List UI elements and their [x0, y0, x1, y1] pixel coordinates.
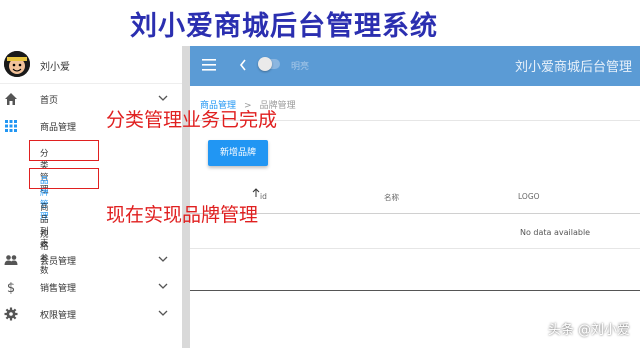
- sidebar-item-label: 权限管理: [40, 311, 77, 321]
- column-header-logo[interactable]: LOGO: [518, 192, 540, 201]
- sidebar: 刘小爱 首页 商品管理 分类管理 品牌管理 商品列表 规格参数 会员管理 $ 销…: [0, 46, 182, 348]
- highlight-box: [29, 168, 99, 189]
- user-row[interactable]: 刘小爱: [0, 46, 182, 84]
- apps-icon: [5, 120, 17, 132]
- highlight-box: [29, 140, 99, 161]
- sort-arrow-icon[interactable]: [252, 188, 260, 198]
- avatar[interactable]: [4, 51, 30, 77]
- sidebar-item-sales[interactable]: $ 销售管理: [0, 274, 182, 300]
- sidebar-item-label: 商品管理: [40, 123, 77, 133]
- sidebar-item-permissions[interactable]: 权限管理: [0, 301, 182, 327]
- app-title: 刘小爱商城后台管理: [514, 60, 632, 75]
- theme-toggle-label: 明亮: [291, 62, 310, 72]
- column-header-name[interactable]: 名称: [384, 192, 399, 203]
- add-brand-button[interactable]: 新增品牌: [208, 140, 268, 166]
- watermark: 头条 @刘小爱: [547, 323, 630, 338]
- empty-table-message: No data available: [520, 228, 591, 237]
- column-header-id[interactable]: id: [260, 192, 267, 201]
- toggle-knob: [258, 57, 272, 71]
- user-name: 刘小爱: [40, 62, 70, 73]
- gear-icon: [4, 307, 18, 321]
- sidebar-item-members[interactable]: 会员管理: [0, 247, 182, 273]
- sidebar-item-label: 会员管理: [40, 257, 77, 267]
- chevron-down-icon: [158, 256, 168, 262]
- avatar-image: [4, 51, 30, 77]
- divider: [190, 248, 640, 249]
- chevron-left-icon[interactable]: [238, 58, 248, 72]
- divider: [190, 290, 640, 291]
- banner-title: 刘小爱商城后台管理系统: [130, 11, 438, 42]
- sidebar-item-label: 首页: [40, 96, 59, 106]
- menu-icon[interactable]: [202, 59, 216, 71]
- banner: 刘小爱商城后台管理系统: [0, 0, 640, 46]
- dollar-icon: $: [7, 281, 15, 294]
- chevron-down-icon: [158, 95, 168, 101]
- annotation-brand-next: 现在实现品牌管理: [106, 204, 259, 226]
- chevron-down-icon: [158, 310, 168, 316]
- people-icon: [4, 255, 18, 265]
- sidebar-item-label: 销售管理: [40, 284, 77, 294]
- annotation-category-done: 分类管理业务已完成: [106, 109, 278, 131]
- top-bar: 明亮 刘小爱商城后台管理: [190, 46, 640, 86]
- home-icon: [5, 93, 17, 105]
- theme-toggle[interactable]: [258, 57, 280, 71]
- chevron-down-icon: [158, 283, 168, 289]
- svg-text:$: $: [7, 281, 15, 294]
- sidebar-scrollbar[interactable]: [182, 46, 190, 348]
